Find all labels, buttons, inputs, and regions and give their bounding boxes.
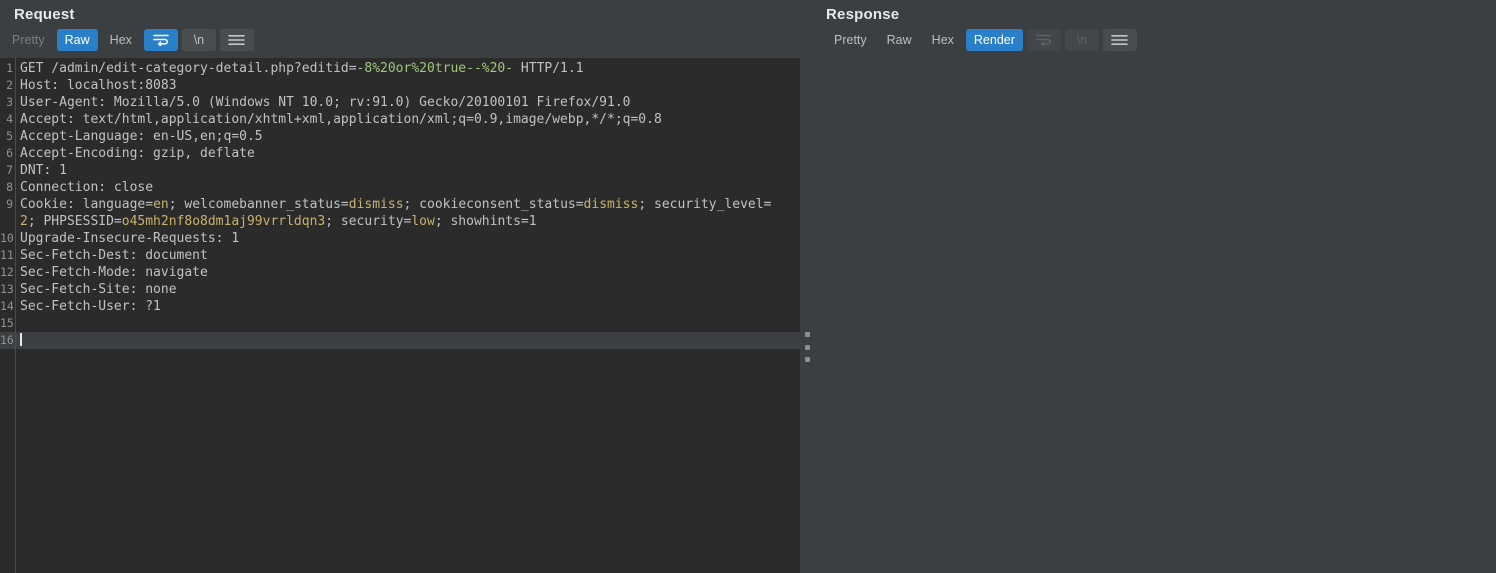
code-token: Connection: close [20, 180, 154, 195]
code-token: dismiss [583, 197, 639, 212]
code-token: ; security_level= [638, 197, 772, 212]
request-tab-hex[interactable]: Hex [102, 29, 140, 51]
line-number: 15 [0, 316, 14, 330]
request-newline-toggle[interactable]: \n [181, 29, 216, 51]
code-token: dismiss [348, 197, 404, 212]
code-token: Accept-Encoding: gzip, deflate [20, 146, 255, 161]
code-token: GET /admin/edit-category-detail.php?edit… [20, 61, 357, 76]
code-token: DNT: 1 [20, 163, 67, 178]
line-number: 12 [0, 265, 14, 279]
line-number: 3 [6, 95, 13, 109]
request-panel-title: Request [14, 6, 75, 23]
code-token: en [153, 197, 169, 212]
response-word-wrap-toggle [1026, 29, 1061, 51]
code-token: -8%20or%20true--%20- [356, 61, 514, 76]
code-line[interactable]: Sec-Fetch-Mode: navigate [16, 264, 800, 281]
response-tab-render[interactable]: Render [965, 29, 1023, 51]
hamburger-menu-icon [1111, 35, 1129, 45]
code-token: ; security= [325, 214, 412, 229]
line-number: 10 [0, 231, 14, 245]
request-toolbar: Pretty Raw Hex \n [0, 27, 810, 53]
line-number: 9 [6, 197, 13, 211]
request-panel: Request Pretty Raw Hex \n 1 2 3 4 5 6 7 8 9 10 11 1… [0, 0, 810, 573]
request-tab-raw[interactable]: Raw [56, 29, 98, 51]
line-number: 2 [6, 78, 13, 92]
code-token: Sec-Fetch-User: ?1 [20, 299, 161, 314]
code-token: ; cookieconsent_status= [403, 197, 584, 212]
code-token: Sec-Fetch-Dest: document [20, 248, 208, 263]
code-line[interactable] [16, 332, 800, 349]
code-line[interactable]: Accept-Language: en-US,en;q=0.5 [16, 128, 800, 145]
response-toolbar: Pretty Raw Hex Render \n [810, 27, 1496, 53]
code-line[interactable]: Accept: text/html,application/xhtml+xml,… [16, 111, 800, 128]
line-number: 14 [0, 299, 14, 313]
request-word-wrap-toggle[interactable] [143, 29, 178, 51]
code-token: Host: localhost:8083 [20, 78, 177, 93]
code-line[interactable]: Connection: close [16, 179, 800, 196]
code-line[interactable]: Cookie: language=en; welcomebanner_statu… [16, 196, 800, 213]
line-number: 13 [0, 282, 14, 296]
response-panel: Response Pretty Raw Hex Render \n B [810, 0, 1496, 573]
response-panel-title: Response [826, 6, 900, 23]
code-token: User-Agent: Mozilla/5.0 (Windows NT 10.0… [20, 95, 631, 110]
code-token: Accept: text/html,application/xhtml+xml,… [20, 112, 662, 127]
line-number: 7 [6, 163, 13, 177]
word-wrap-icon [153, 34, 169, 46]
line-number: 11 [0, 248, 14, 262]
text-caret [20, 333, 22, 346]
code-line[interactable]: Sec-Fetch-User: ?1 [16, 298, 800, 315]
line-number: 16 [0, 332, 15, 349]
code-token: Sec-Fetch-Mode: navigate [20, 265, 208, 280]
line-number: 1 [6, 61, 13, 75]
code-token: low [411, 214, 435, 229]
response-tab-raw[interactable]: Raw [879, 29, 920, 51]
request-menu-button[interactable] [219, 29, 254, 51]
code-token: ; showhints=1 [434, 214, 537, 229]
code-line[interactable]: Sec-Fetch-Site: none [16, 281, 800, 298]
code-token: Sec-Fetch-Site: none [20, 282, 177, 297]
code-token: Upgrade-Insecure-Requests: 1 [20, 231, 240, 246]
request-tab-pretty[interactable]: Pretty [4, 29, 53, 51]
request-code[interactable]: GET /admin/edit-category-detail.php?edit… [16, 58, 800, 573]
code-token: o45mh2nf8o8dm1aj99vrrldqn3 [121, 214, 326, 229]
burp-suite-window: Request Pretty Raw Hex \n 1 2 3 4 5 6 7 8 9 10 11 1… [0, 0, 1496, 573]
response-tab-hex[interactable]: Hex [924, 29, 962, 51]
word-wrap-icon [1036, 34, 1052, 46]
line-number: 8 [6, 180, 13, 194]
line-number [0, 213, 15, 230]
code-line[interactable]: 2; PHPSESSID=o45mh2nf8o8dm1aj99vrrldqn3;… [16, 213, 800, 230]
code-token: ; PHPSESSID= [27, 214, 122, 229]
request-line-numbers: 1 2 3 4 5 6 7 8 9 10 11 12 13 14 15 16 [0, 58, 16, 573]
code-line[interactable]: GET /admin/edit-category-detail.php?edit… [16, 60, 800, 77]
code-token: 2 [20, 214, 28, 229]
code-line[interactable]: User-Agent: Mozilla/5.0 (Windows NT 10.0… [16, 94, 800, 111]
line-number: 4 [6, 112, 13, 126]
code-line[interactable] [16, 315, 800, 332]
line-number: 5 [6, 129, 13, 143]
response-tab-pretty[interactable]: Pretty [826, 29, 875, 51]
response-newline-toggle: \n [1064, 29, 1099, 51]
line-number: 6 [6, 146, 13, 160]
request-editor[interactable]: 1 2 3 4 5 6 7 8 9 10 11 12 13 14 15 16 GET /admin/edit-… [0, 58, 800, 573]
code-line[interactable]: Sec-Fetch-Dest: document [16, 247, 800, 264]
code-token: HTTP/1.1 [513, 61, 584, 76]
code-line[interactable]: Upgrade-Insecure-Requests: 1 [16, 230, 800, 247]
response-menu-button[interactable] [1102, 29, 1137, 51]
code-line[interactable]: DNT: 1 [16, 162, 800, 179]
code-token: Accept-Language: en-US,en;q=0.5 [20, 129, 263, 144]
code-line[interactable]: Accept-Encoding: gzip, deflate [16, 145, 800, 162]
code-token: Cookie: language= [20, 197, 154, 212]
hamburger-menu-icon [228, 35, 246, 45]
code-line[interactable]: Host: localhost:8083 [16, 77, 800, 94]
code-token: ; welcomebanner_status= [168, 197, 349, 212]
